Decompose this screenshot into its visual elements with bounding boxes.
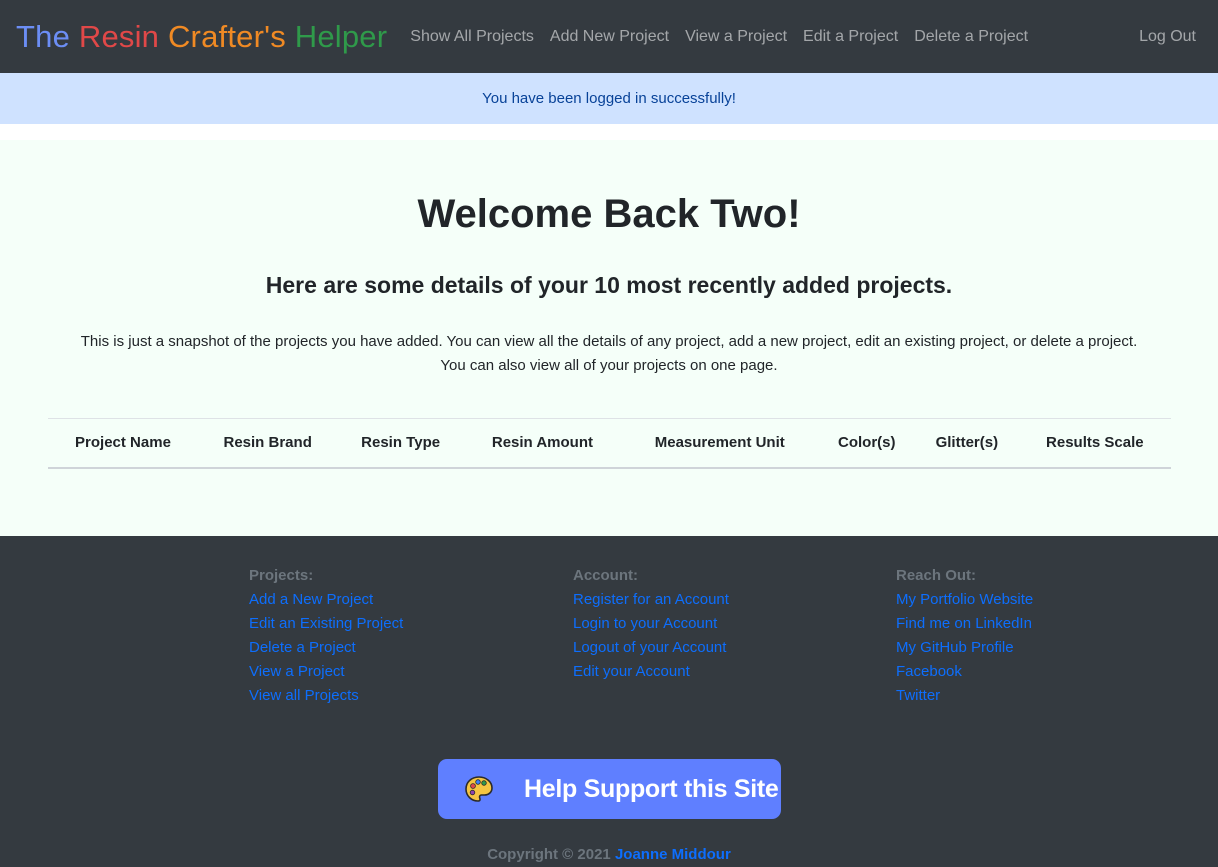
footer-link-logout[interactable]: Logout of your Account [573,636,729,660]
top-navbar: The Resin Crafter's Helper Show All Proj… [0,0,1218,73]
main-content: Welcome Back Two! Here are some details … [0,140,1218,536]
footer-link-login[interactable]: Login to your Account [573,612,729,636]
footer-link-facebook[interactable]: Facebook [896,660,1033,684]
nav-links: Show All Projects Add New Project View a… [410,28,1044,46]
table-header-row: Project Name Resin Brand Resin Type Resi… [48,418,1171,468]
footer-link-delete-project[interactable]: Delete a Project [249,636,403,660]
footer-account-column: Account: Register for an Account Login t… [573,564,729,684]
spacer [0,124,1218,140]
column-header-colors: Color(s) [838,434,896,452]
column-header-results-scale: Results Scale [1046,434,1144,452]
logout-link[interactable]: Log Out [1139,28,1196,46]
alert-message: You have been logged in successfully! [482,90,736,107]
recent-projects-heading: Here are some details of your 10 most re… [265,272,953,298]
nav-edit-project[interactable]: Edit a Project [803,28,898,46]
support-button-label: Help Support this Site [524,774,779,803]
brand-word: Resin [78,18,160,54]
footer-link-view-all-projects[interactable]: View all Projects [249,684,403,708]
footer-heading-projects: Projects: [249,567,314,584]
brand-word: The [16,18,71,54]
footer-link-view-project[interactable]: View a Project [249,660,403,684]
intro-line-1: This is just a snapshot of the projects … [80,333,1138,350]
brand-word: Helper [294,18,388,54]
footer-link-edit-account[interactable]: Edit your Account [573,660,729,684]
palette-icon [464,774,494,804]
footer-projects-column: Projects: Add a New Project Edit an Exis… [249,564,403,708]
copyright-author-link[interactable]: Joanne Middour [615,846,731,863]
column-header-resin-amount: Resin Amount [491,434,593,452]
footer-link-edit-project[interactable]: Edit an Existing Project [249,612,403,636]
nav-show-all-projects[interactable]: Show All Projects [410,28,534,46]
site-footer: Projects: Add a New Project Edit an Exis… [0,536,1218,867]
intro-line-2: You can also view all of your projects o… [440,357,778,374]
footer-reach-out-column: Reach Out: My Portfolio Website Find me … [896,564,1033,708]
footer-link-portfolio[interactable]: My Portfolio Website [896,588,1033,612]
support-button[interactable]: Help Support this Site [438,759,781,819]
nav-delete-project[interactable]: Delete a Project [914,28,1028,46]
welcome-heading: Welcome Back Two! [417,192,801,236]
column-header-measurement-unit: Measurement Unit [654,434,785,452]
column-header-resin-brand: Resin Brand [223,434,312,452]
recent-projects-table: Project Name Resin Brand Resin Type Resi… [48,418,1171,469]
footer-link-github[interactable]: My GitHub Profile [896,636,1033,660]
column-header-resin-type: Resin Type [361,434,441,452]
copyright: Copyright © 2021 Joanne Middour [0,846,1218,863]
success-alert: You have been logged in successfully! [0,73,1218,124]
footer-link-linkedin[interactable]: Find me on LinkedIn [896,612,1033,636]
column-header-glitters: Glitter(s) [935,434,999,452]
nav-add-new-project[interactable]: Add New Project [550,28,669,46]
footer-link-register[interactable]: Register for an Account [573,588,729,612]
intro-text: This is just a snapshot of the projects … [40,330,1178,378]
column-header-project-name: Project Name [75,434,171,452]
footer-heading-account: Account: [573,567,638,584]
footer-heading-reach-out: Reach Out: [896,567,977,584]
brand-word: Crafter's [167,18,286,54]
brand-logo[interactable]: The Resin Crafter's Helper [16,19,387,55]
copyright-text: Copyright © 2021 [487,846,611,863]
footer-link-twitter[interactable]: Twitter [896,684,1033,708]
nav-view-project[interactable]: View a Project [685,28,787,46]
projects-table-wrapper: Project Name Resin Brand Resin Type Resi… [48,418,1171,469]
footer-link-add-project[interactable]: Add a New Project [249,588,403,612]
